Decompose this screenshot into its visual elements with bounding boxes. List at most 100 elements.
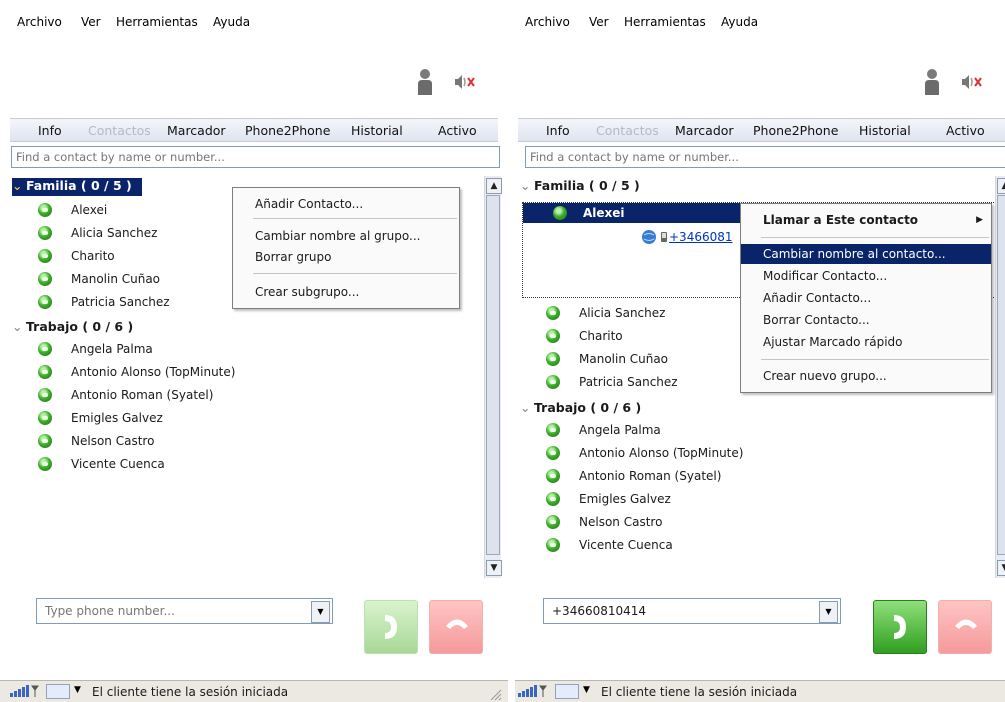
menu-ver[interactable]: Ver [589,15,609,29]
submenu-arrow-icon: ▶ [976,215,983,225]
tab-activo[interactable]: Activo [438,123,477,138]
tab-historial[interactable]: Historial [859,123,911,138]
user-icon[interactable] [924,68,940,96]
left-window: Archivo Ver Herramientas Ayuda Info Cont… [0,0,508,702]
group-familia[interactable]: ⌄ Familia ( 0 / 5 ) [12,178,142,196]
menu-item-borrar-contacto[interactable]: Borrar Contacto... [741,310,991,330]
tab-phone2phone[interactable]: Phone2Phone [753,123,838,138]
hang-up-button[interactable] [938,600,992,654]
tab-info[interactable]: Info [38,123,62,138]
status-bar: ▼ El cliente tiene la sesión iniciada [0,680,508,702]
menu-item-crear-grupo[interactable]: Crear nuevo grupo... [741,366,991,386]
status-online-icon [38,411,52,425]
status-bar: ▼ El cliente tiene la sesión iniciada [515,680,1005,702]
menu-archivo[interactable]: Archivo [17,15,62,29]
mobile-phone-icon [661,232,667,242]
hang-up-button[interactable] [429,600,483,654]
status-online-icon [546,469,560,483]
menu-item-anadir-contacto[interactable]: Añadir Contacto... [233,194,459,214]
menu-item-anadir-contacto[interactable]: Añadir Contacto... [741,288,991,308]
group-trabajo[interactable]: ⌄ Trabajo ( 0 / 6 ) [12,319,133,337]
status-online-icon [546,446,560,460]
resize-grip-icon[interactable] [490,689,502,701]
call-button[interactable] [364,600,418,654]
menu-separator [761,359,989,360]
menu-bar: Archivo Ver Herramientas Ayuda [515,0,1005,46]
vertical-scrollbar[interactable]: ▲ ▼ [995,176,1005,578]
dropdown-caret-icon[interactable]: ▼ [583,685,590,695]
tab-marcador[interactable]: Marcador [167,123,226,138]
tab-activo[interactable]: Activo [946,123,985,138]
menu-item-modificar-contacto[interactable]: Modificar Contacto... [741,266,991,286]
scroll-down-icon[interactable]: ▼ [486,560,502,576]
phone-number-input[interactable]: +34660810414 ▼ [543,598,841,624]
chevron-down-icon[interactable]: ⌄ [520,400,534,415]
status-online-icon [38,249,52,263]
divider [508,0,515,702]
contact-number-link[interactable]: +3466081 [669,230,733,244]
group-trabajo[interactable]: ⌄ Trabajo ( 0 / 6 ) [520,400,641,418]
menu-herramientas[interactable]: Herramientas [116,15,198,29]
status-online-icon [38,272,52,286]
tab-historial[interactable]: Historial [351,123,403,138]
contact-context-menu: Llamar a Este contacto ▶ Cambiar nombre a… [740,203,992,393]
speaker-muted-icon[interactable] [959,72,985,92]
menu-separator [761,237,989,238]
speaker-muted-icon[interactable] [452,72,478,92]
status-online-icon [38,342,52,356]
group-familia[interactable]: ⌄ Familia ( 0 / 5 ) [520,178,640,196]
scroll-up-icon[interactable]: ▲ [486,178,502,194]
status-online-icon [546,538,560,552]
status-online-icon [553,206,567,220]
menu-archivo[interactable]: Archivo [525,15,570,29]
chevron-down-icon[interactable]: ▼ [311,601,330,623]
tab-contactos[interactable]: Contactos [596,123,659,138]
menu-item-crear-subgrupo[interactable]: Crear subgrupo... [233,282,459,302]
scroll-thumb[interactable] [486,195,500,555]
tab-marcador[interactable]: Marcador [675,123,734,138]
status-online-icon [38,365,52,379]
menu-herramientas[interactable]: Herramientas [624,15,706,29]
signal-strength-icon [10,685,39,697]
call-button[interactable] [873,600,927,654]
phone-number-input[interactable]: Type phone number... ▼ [36,598,333,624]
menu-ver[interactable]: Ver [81,15,101,29]
status-selector-icon[interactable] [555,684,579,699]
tab-info[interactable]: Info [546,123,570,138]
dropdown-caret-icon[interactable]: ▼ [74,685,81,695]
phone-icon [385,615,397,639]
menu-item-llamar[interactable]: Llamar a Este contacto ▶ [741,210,991,230]
status-selector-icon[interactable] [46,684,70,699]
right-window: Archivo Ver Herramientas Ayuda Info Cont… [515,0,1005,702]
status-online-icon [546,306,560,320]
scroll-down-icon[interactable]: ▼ [997,560,1005,576]
chevron-down-icon[interactable]: ⌄ [12,319,26,334]
user-icon[interactable] [417,68,433,96]
search-input[interactable] [525,146,1005,168]
menu-ayuda[interactable]: Ayuda [213,15,250,29]
status-online-icon [546,492,560,506]
tab-contactos[interactable]: Contactos [88,123,151,138]
menu-ayuda[interactable]: Ayuda [721,15,758,29]
vertical-scrollbar[interactable]: ▲ ▼ [484,176,502,578]
menu-item-borrar-grupo[interactable]: Borrar grupo [233,247,459,267]
status-online-icon [546,515,560,529]
status-online-icon [38,295,52,309]
menu-item-marcado-rapido[interactable]: Ajustar Marcado rápido [741,332,991,352]
globe-icon [642,230,656,244]
menu-separator [253,273,457,274]
scroll-up-icon[interactable]: ▲ [997,178,1005,194]
status-online-icon [38,388,52,402]
menu-item-cambiar-nombre-grupo[interactable]: Cambiar nombre al grupo... [233,226,459,246]
scroll-thumb[interactable] [997,195,1005,555]
status-online-icon [38,203,52,217]
search-input[interactable] [11,146,500,168]
chevron-down-icon[interactable]: ▼ [819,601,838,623]
status-online-icon [546,352,560,366]
chevron-down-icon[interactable]: ⌄ [520,178,534,193]
signal-strength-icon [518,685,547,697]
status-online-icon [546,423,560,437]
menu-item-cambiar-nombre-contacto[interactable]: Cambiar nombre al contacto... [741,244,991,264]
chevron-down-icon[interactable]: ⌄ [12,178,26,193]
tab-phone2phone[interactable]: Phone2Phone [245,123,330,138]
